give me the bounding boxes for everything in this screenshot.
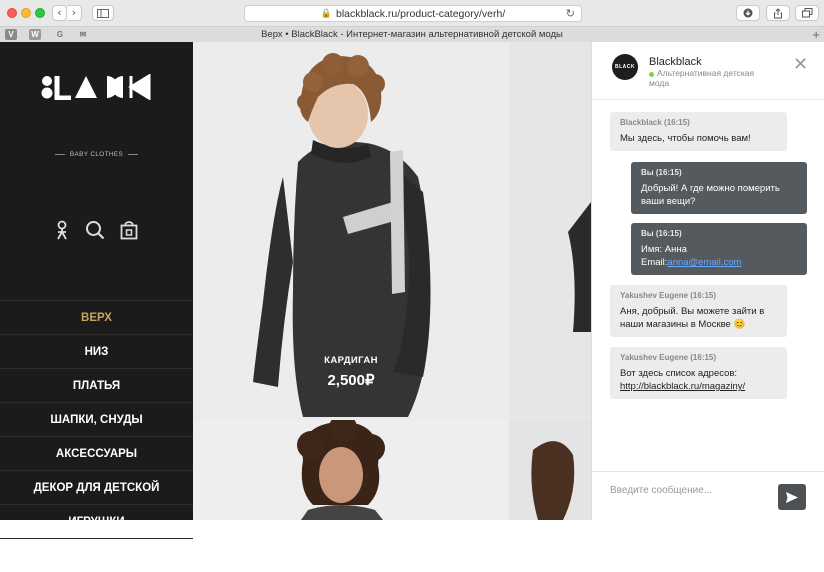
menu-item-dekor[interactable]: ДЕКОР ДЛЯ ДЕТСКОЙ	[0, 470, 193, 504]
message-author: Yakushev Eugene (16:15)	[620, 353, 717, 362]
minimize-window-button[interactable]	[21, 8, 31, 18]
email-link[interactable]: anna@email.com	[667, 257, 741, 268]
menu-item-niz[interactable]: НИЗ	[0, 334, 193, 368]
chat-status: Альтернативная детская мода	[649, 68, 755, 88]
tabs-overview-button[interactable]	[795, 5, 819, 21]
message-author: Blackblack (16:15)	[620, 118, 690, 127]
site-tagline: BABY CLOTHES	[0, 151, 193, 158]
back-button[interactable]: ‹	[52, 5, 67, 21]
menu-item-igrushki[interactable]: ИГРУШКИ	[0, 504, 193, 538]
send-icon	[786, 491, 798, 503]
menu-item-verh[interactable]: ВЕРХ	[0, 300, 193, 334]
chat-composer	[592, 471, 824, 520]
favorites-bar: V W G ✉ Верх • BlackBlack - Интернет-маг…	[0, 26, 824, 42]
site-sidebar: BABY CLOTHES ВЕРХ НИЗ ПЛАТЬЯ ШАПКИ, СНУД…	[0, 42, 193, 562]
close-window-button[interactable]	[7, 8, 17, 18]
browser-toolbar: ‹ › 🔒 blackblack.ru/product-category/ver…	[0, 0, 824, 26]
product-card-second[interactable]	[193, 420, 591, 520]
zoom-window-button[interactable]	[35, 8, 45, 18]
share-icon	[774, 8, 782, 19]
message-text: Мы здесь, чтобы помочь вам!	[620, 133, 751, 144]
chat-message: Blackblack (16:15) Мы здесь, чтобы помоч…	[610, 112, 787, 151]
product-name[interactable]: КАРДИГАН	[193, 355, 509, 366]
menu-item-platya[interactable]: ПЛАТЬЯ	[0, 368, 193, 402]
forward-button[interactable]: ›	[67, 5, 82, 21]
chat-message: Yakushev Eugene (16:15) Вот здесь список…	[610, 347, 787, 399]
menu-item-lookbook[interactable]: LOOKBOOK	[0, 538, 193, 572]
cart-icon[interactable]	[119, 220, 139, 240]
new-tab-button[interactable]: +	[812, 27, 820, 42]
product-photo-second	[193, 420, 591, 520]
product-card[interactable]: КАРДИГАН 2,500₽	[193, 42, 591, 420]
sidebar-icon	[97, 9, 109, 18]
url-text: blackblack.ru/product-category/verh/	[335, 7, 506, 20]
chat-message: Вы (16:15) Имя: Анна Email:anna@email.co…	[631, 223, 807, 275]
chat-widget: BLACK Blackblack Альтернативная детская …	[591, 42, 824, 520]
message-author: Вы (16:15)	[641, 168, 682, 177]
message-text: Аня, добрый. Вы можете зайти в наши мага…	[620, 306, 765, 330]
chat-message: Yakushev Eugene (16:15) Аня, добрый. Вы …	[610, 285, 787, 337]
sidebar-toggle-button[interactable]	[92, 5, 114, 21]
menu-item-aksessuary[interactable]: АКСЕССУАРЫ	[0, 436, 193, 470]
category-menu: ВЕРХ НИЗ ПЛАТЬЯ ШАПКИ, СНУДЫ АКСЕССУАРЫ …	[0, 300, 193, 572]
chat-message: Вы (16:15) Добрый! А где можно померить …	[631, 162, 807, 214]
address-bar[interactable]: 🔒 blackblack.ru/product-category/verh/ ↻	[244, 5, 582, 22]
downloads-button[interactable]	[736, 5, 760, 21]
message-author: Вы (16:15)	[641, 229, 682, 238]
tab-title[interactable]: Верх • BlackBlack - Интернет-магазин аль…	[0, 29, 824, 40]
product-price: 2,500₽	[327, 372, 375, 389]
message-author: Yakushev Eugene (16:15)	[620, 291, 717, 300]
share-button[interactable]	[766, 5, 790, 21]
addresses-link[interactable]: http://blackblack.ru/magaziny/	[620, 380, 777, 393]
email-label: Email:	[641, 257, 668, 268]
chat-title: Blackblack	[649, 56, 702, 68]
chat-header: BLACK Blackblack Альтернативная детская …	[592, 42, 824, 100]
message-text: Имя: Анна	[641, 244, 687, 255]
lock-icon: 🔒	[320, 8, 332, 18]
reload-icon[interactable]: ↻	[566, 7, 575, 20]
search-icon[interactable]	[85, 220, 105, 240]
menu-item-shapki[interactable]: ШАПКИ, СНУДЫ	[0, 402, 193, 436]
chat-avatar: BLACK	[612, 54, 638, 80]
message-text: Добрый! А где можно померить ваши вещи?	[641, 183, 780, 207]
send-button[interactable]	[778, 484, 806, 510]
message-text: Вот здесь список адресов:	[620, 368, 738, 379]
download-icon	[743, 8, 753, 18]
close-icon[interactable]: ✕	[793, 54, 808, 75]
browser-window-chrome: ‹ › 🔒 blackblack.ru/product-category/ver…	[0, 0, 824, 42]
tabs-icon	[801, 8, 812, 18]
message-input[interactable]	[610, 482, 770, 498]
account-icon[interactable]	[52, 220, 72, 240]
blackblack-logo[interactable]	[41, 74, 153, 100]
